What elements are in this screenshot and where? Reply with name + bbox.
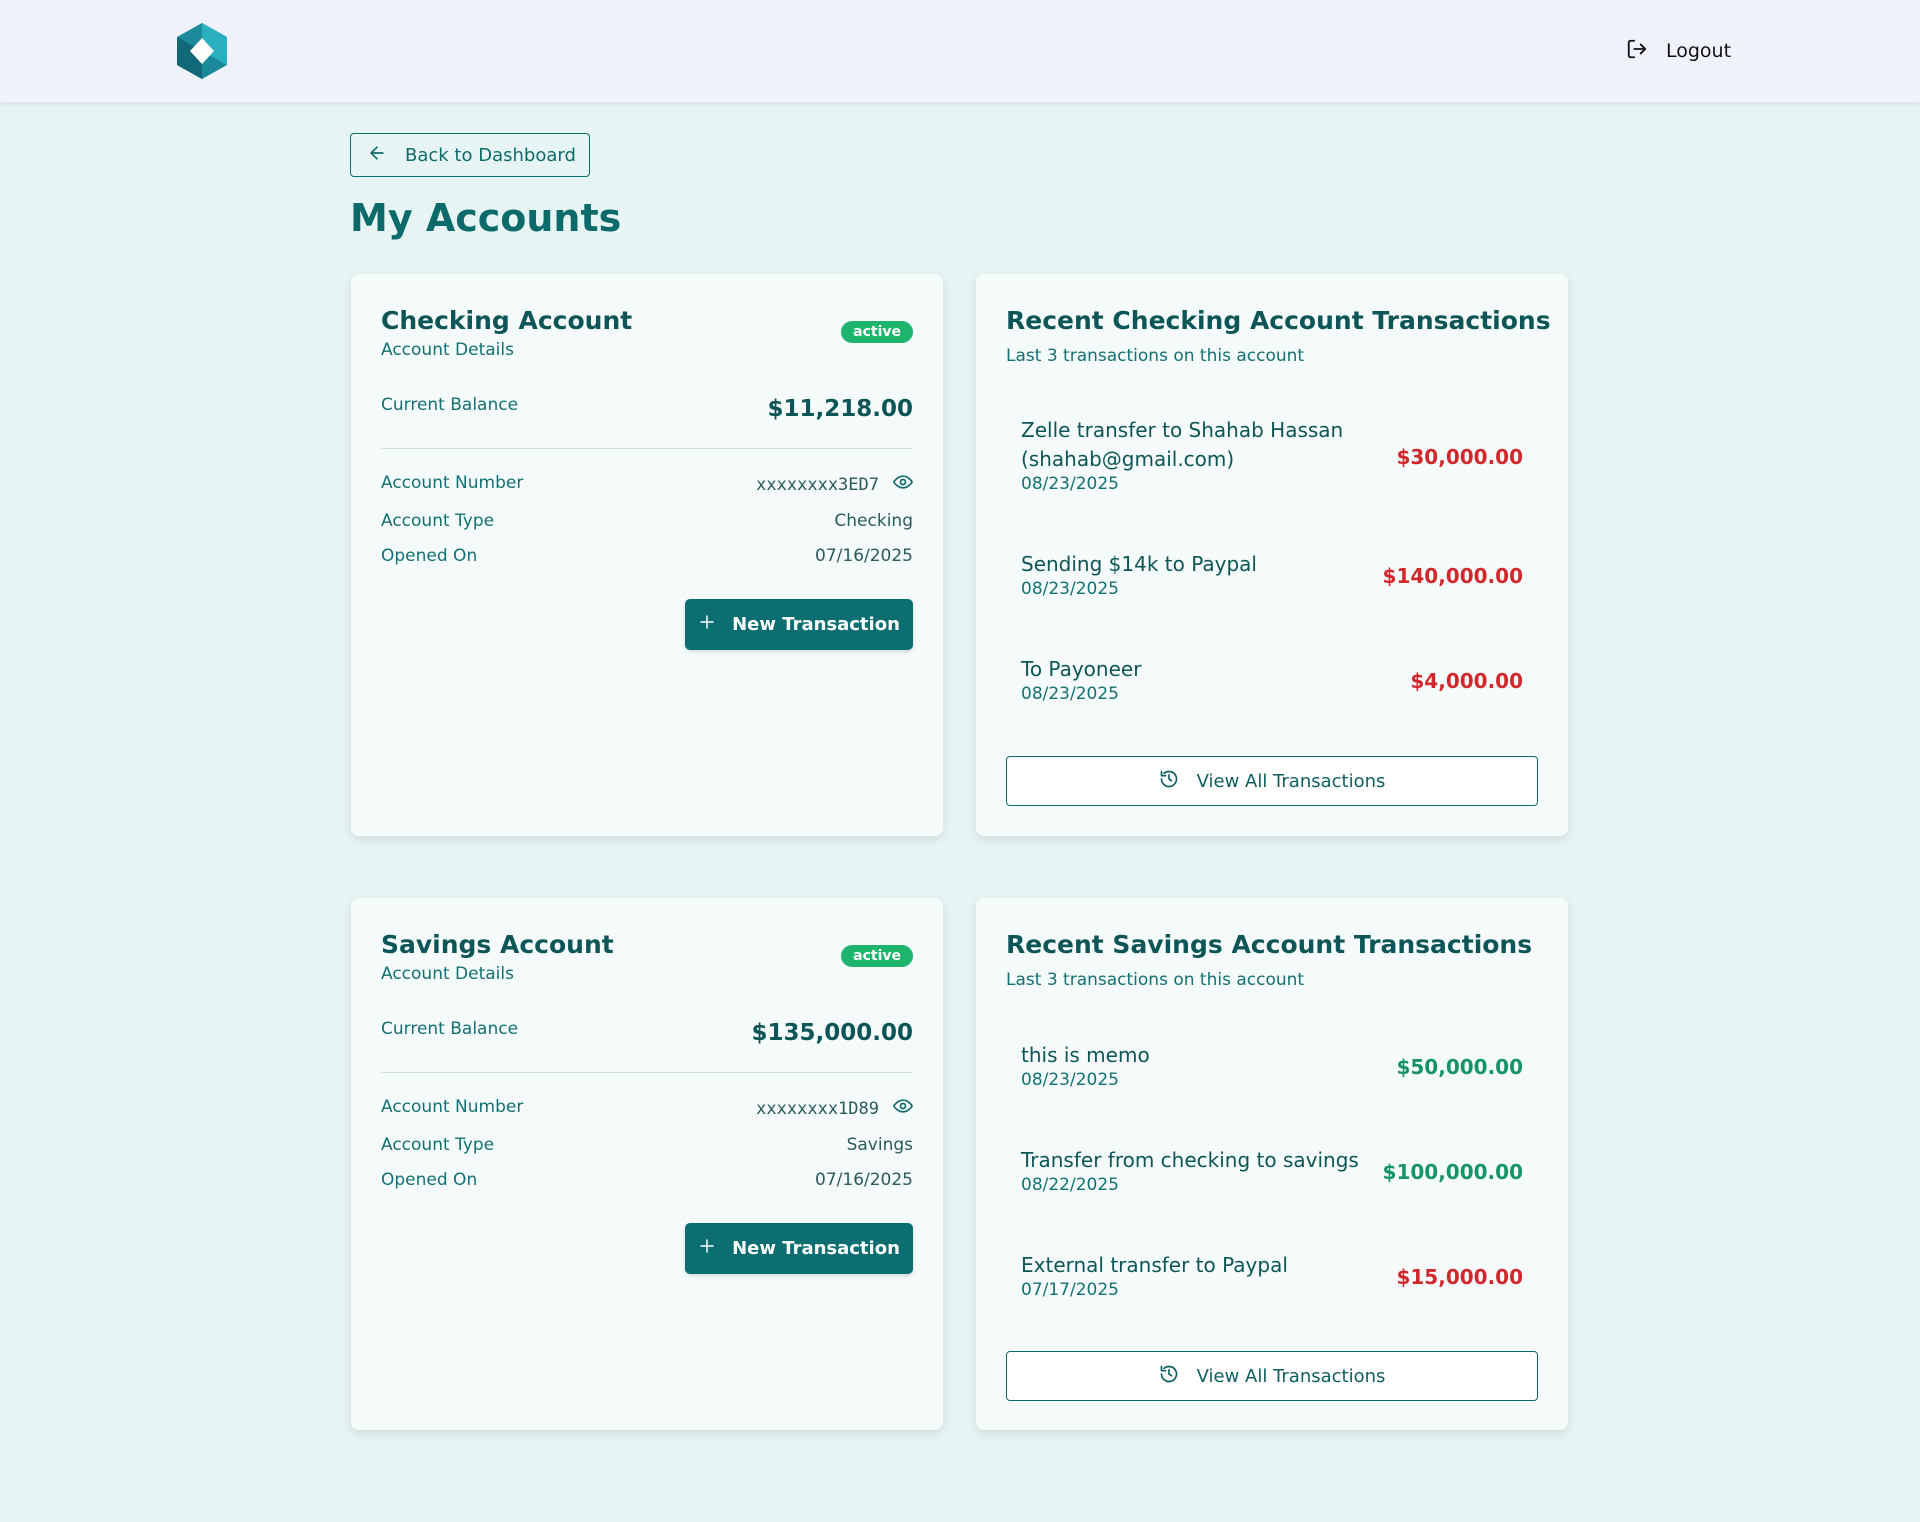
eye-icon[interactable] [893, 472, 913, 497]
hexagon-logo-icon[interactable] [176, 22, 228, 80]
plus-icon [698, 613, 716, 636]
transaction-amount: $30,000.00 [1396, 445, 1523, 469]
account-subtitle: Account Details [381, 340, 514, 360]
opened-on-label: Opened On [381, 1170, 478, 1190]
new-transaction-button[interactable]: New Transaction [685, 599, 913, 650]
status-badge: active [841, 321, 913, 343]
view-all-transactions-button[interactable]: View All Transactions [1006, 756, 1538, 806]
opened-on-value: 07/16/2025 [815, 1170, 913, 1190]
transaction-description: External transfer to Paypal [1021, 1253, 1288, 1277]
transaction-amount: $4,000.00 [1410, 669, 1523, 693]
account-type-value: Savings [846, 1135, 913, 1155]
account-type-label: Account Type [381, 1135, 495, 1155]
eye-icon[interactable] [893, 1096, 913, 1121]
top-navbar: Logout [0, 0, 1920, 102]
opened-on-value: 07/16/2025 [815, 546, 913, 566]
transaction-item: External transfer to Paypal 07/17/2025 $… [1021, 1251, 1523, 1300]
account-number-value: xxxxxxxx1D89 [756, 1098, 879, 1119]
account-type-value: Checking [834, 511, 913, 531]
status-badge: active [841, 945, 913, 967]
plus-icon [698, 1237, 716, 1260]
transaction-item: Transfer from checking to savings 08/22/… [1021, 1146, 1523, 1195]
balance-value: $135,000.00 [751, 1020, 913, 1046]
transaction-item: Zelle transfer to Shahab Hassan (shahab@… [1021, 416, 1523, 494]
checking-transactions-card: Recent Checking Account Transactions Las… [976, 274, 1568, 836]
logout-label: Logout [1666, 40, 1732, 62]
transaction-amount: $100,000.00 [1382, 1160, 1523, 1184]
transaction-amount: $50,000.00 [1396, 1055, 1523, 1079]
history-icon [1159, 769, 1179, 794]
divider [381, 448, 913, 449]
transactions-title: Recent Checking Account Transactions [1006, 306, 1551, 335]
transaction-date: 08/23/2025 [1021, 474, 1119, 494]
balance-value: $11,218.00 [767, 396, 913, 422]
new-transaction-label: New Transaction [732, 614, 900, 635]
account-number: xxxxxxxx1D89 [756, 1096, 913, 1121]
transaction-item: Sending $14k to Paypal 08/23/2025 $140,0… [1021, 550, 1523, 599]
transaction-item: this is memo 08/23/2025 $50,000.00 [1021, 1041, 1523, 1090]
transactions-subtitle: Last 3 transactions on this account [1006, 970, 1305, 990]
arrow-left-icon [367, 143, 387, 168]
account-number-label: Account Number [381, 473, 524, 493]
transaction-description: this is memo [1021, 1043, 1150, 1067]
transaction-item: To Payoneer 08/23/2025 $4,000.00 [1021, 655, 1523, 704]
view-all-label: View All Transactions [1196, 770, 1386, 792]
transaction-amount: $15,000.00 [1396, 1265, 1523, 1289]
balance-label: Current Balance [381, 1019, 519, 1039]
back-to-dashboard-label: Back to Dashboard [405, 144, 576, 166]
transaction-description: To Payoneer [1021, 657, 1142, 681]
account-subtitle: Account Details [381, 964, 514, 984]
account-title: Savings Account [381, 930, 614, 959]
transaction-description: Transfer from checking to savings [1021, 1148, 1359, 1172]
transaction-description: Sending $14k to Paypal [1021, 552, 1257, 576]
account-title: Checking Account [381, 306, 633, 335]
logout-icon [1626, 38, 1648, 65]
new-transaction-button[interactable]: New Transaction [685, 1223, 913, 1274]
transactions-title: Recent Savings Account Transactions [1006, 930, 1533, 959]
account-number-label: Account Number [381, 1097, 524, 1117]
checking-account-card: Checking Account Account Details active … [351, 274, 943, 836]
savings-account-card: Savings Account Account Details active C… [351, 898, 943, 1430]
balance-label: Current Balance [381, 395, 519, 415]
back-to-dashboard-button[interactable]: Back to Dashboard [350, 133, 590, 177]
logout-button[interactable]: Logout [1626, 36, 1731, 66]
savings-transactions-card: Recent Savings Account Transactions Last… [976, 898, 1568, 1430]
history-icon [1159, 1364, 1179, 1389]
transactions-subtitle: Last 3 transactions on this account [1006, 346, 1305, 366]
view-all-transactions-button[interactable]: View All Transactions [1006, 1351, 1538, 1401]
view-all-label: View All Transactions [1196, 1365, 1386, 1387]
account-number-value: xxxxxxxx3ED7 [756, 474, 879, 495]
new-transaction-label: New Transaction [732, 1238, 900, 1259]
transaction-amount: $140,000.00 [1382, 564, 1523, 588]
divider [381, 1072, 913, 1073]
transaction-description: Zelle transfer to Shahab Hassan (shahab@… [1021, 418, 1344, 471]
page-title: My Accounts [350, 196, 622, 240]
opened-on-label: Opened On [381, 546, 478, 566]
account-type-label: Account Type [381, 511, 495, 531]
account-number: xxxxxxxx3ED7 [756, 472, 913, 497]
